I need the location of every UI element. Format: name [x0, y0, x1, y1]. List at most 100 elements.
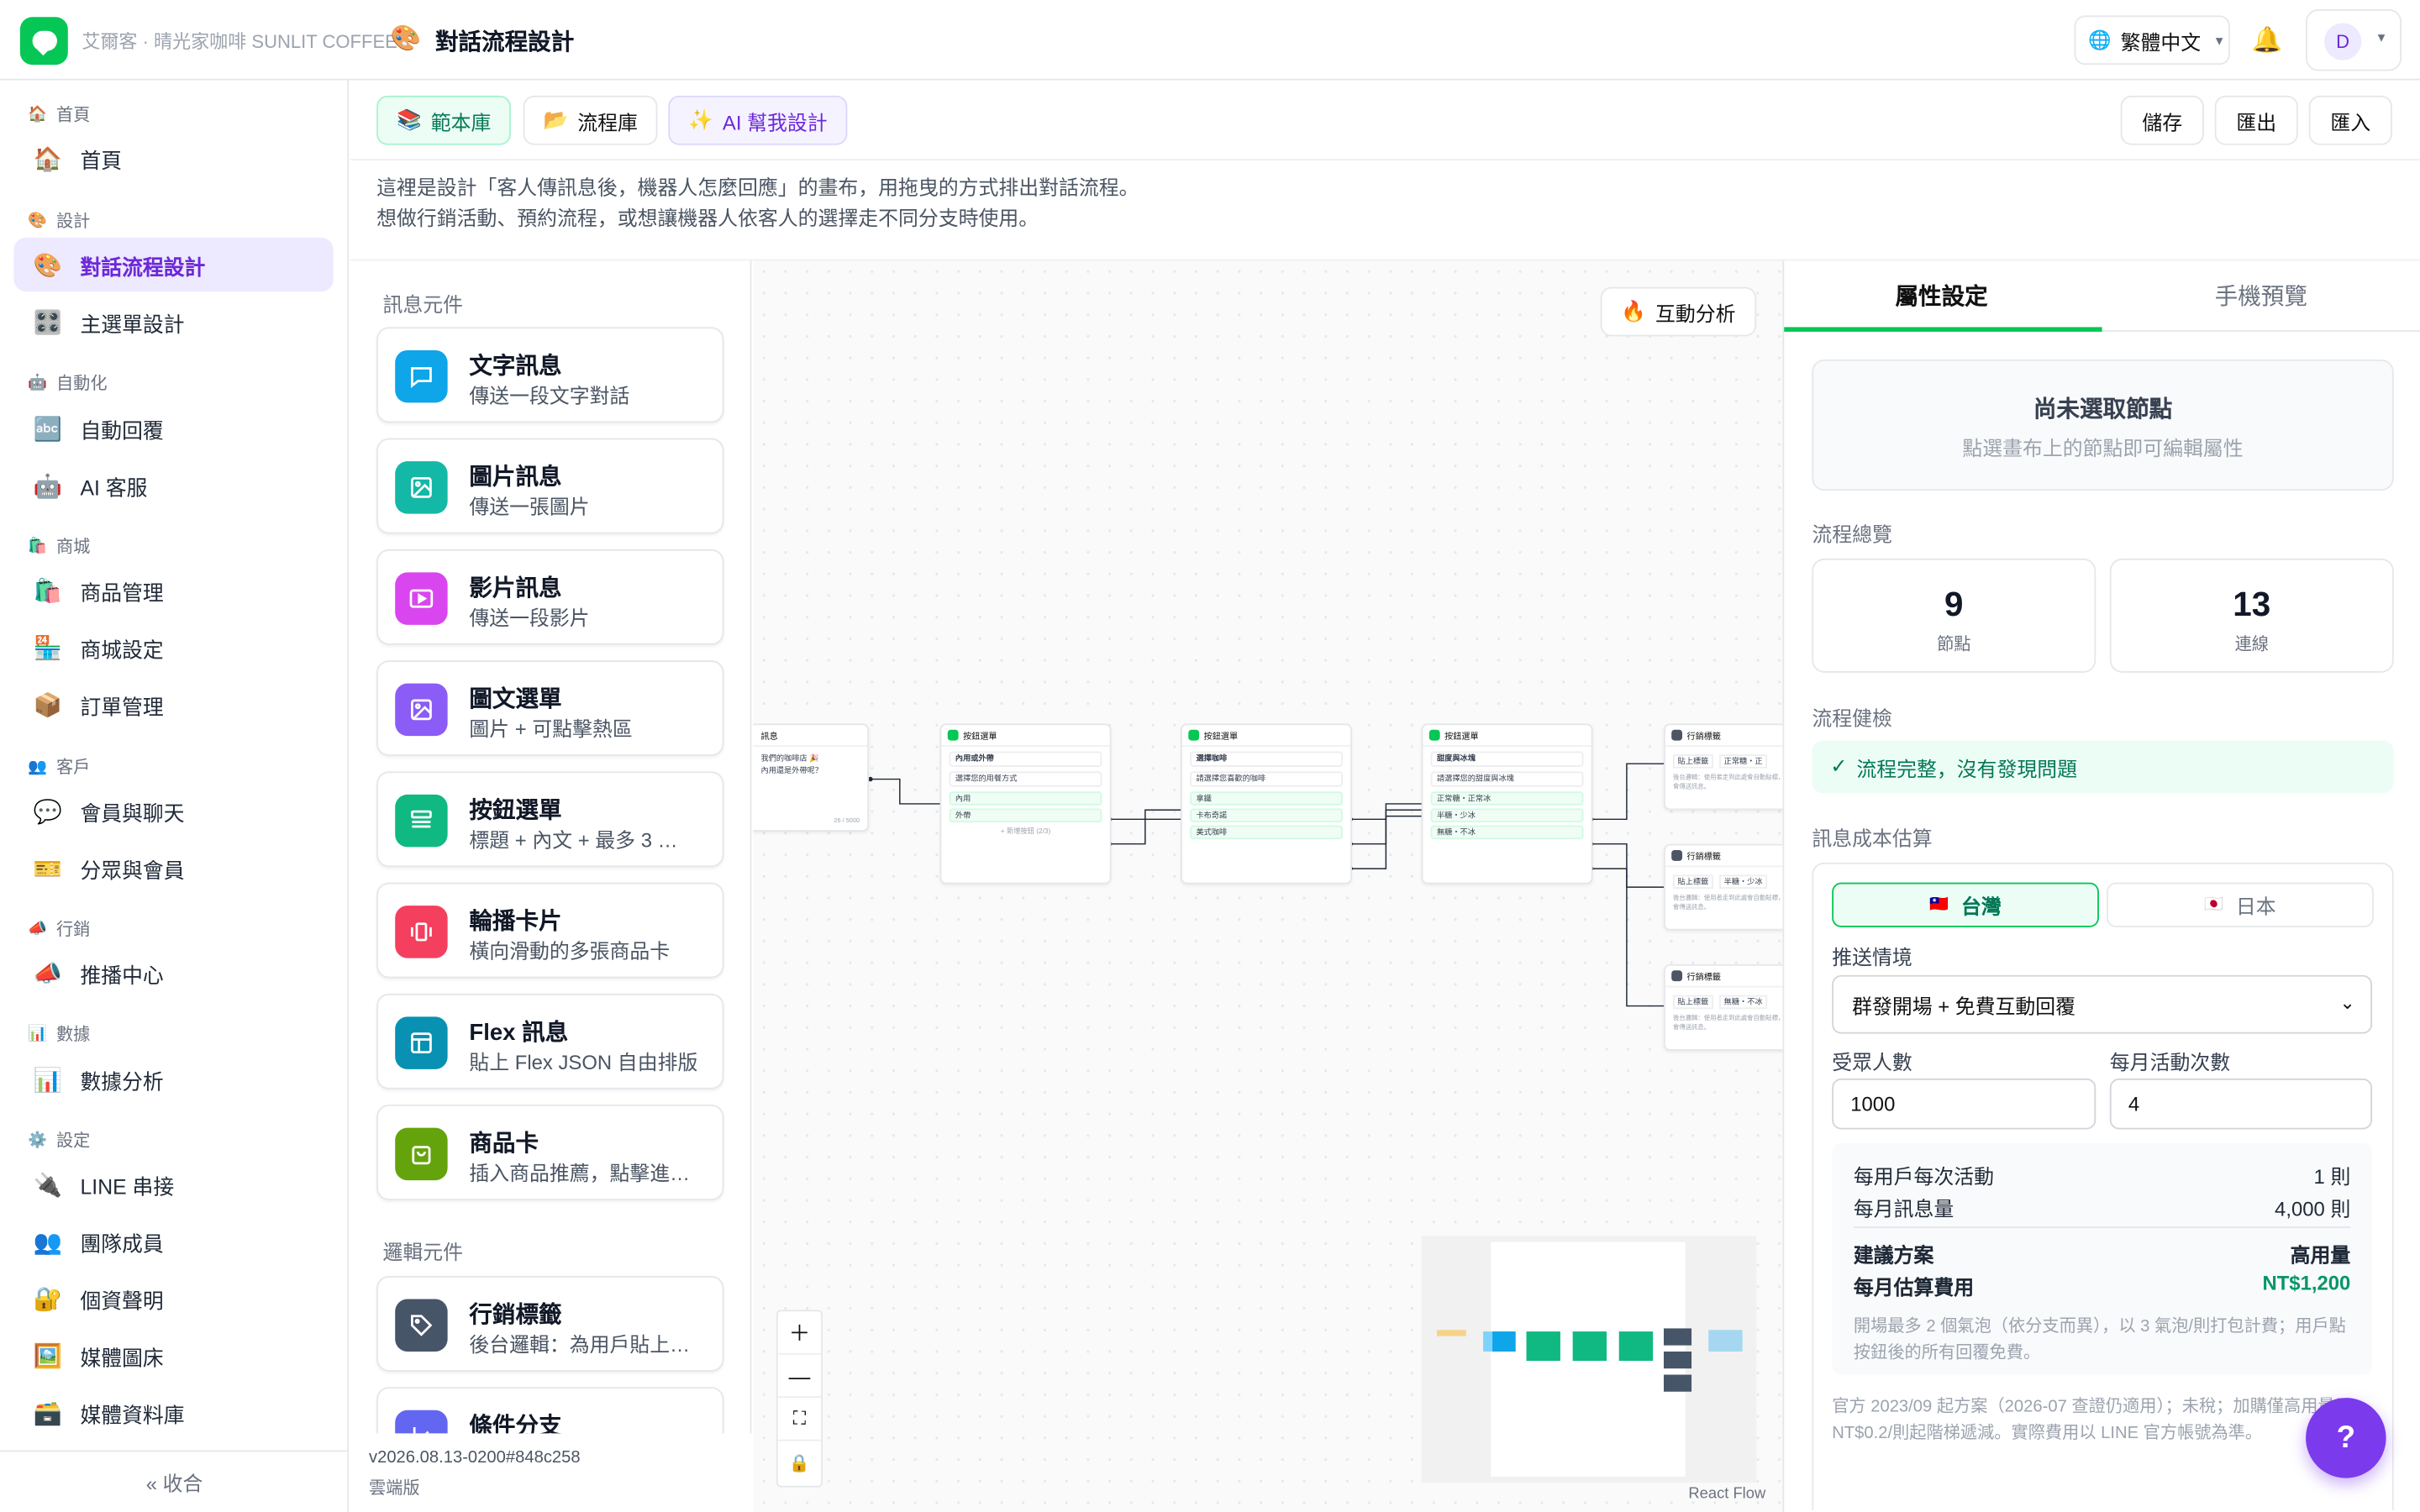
- scenario-select[interactable]: 群發開場 + 免費互動回覆 ⌄: [1832, 974, 2373, 1034]
- bar-chart-icon: 📊: [28, 1025, 47, 1042]
- monthly-count-input[interactable]: 4: [2109, 1078, 2373, 1130]
- sidebar-item-media-library[interactable]: 🗃️ 媒體資料庫: [14, 1385, 334, 1439]
- bag-icon: [395, 1127, 448, 1181]
- sidebar-section-customers: 👥 客戶: [28, 758, 91, 778]
- zoom-out-icon[interactable]: —: [777, 1355, 822, 1399]
- palette-card-image[interactable]: 圖片訊息 傳送一張圖片: [376, 438, 724, 534]
- user-menu[interactable]: D ▼: [2306, 9, 2402, 71]
- flow-node-tag[interactable]: 行銷標籤 貼上標籤 半糖・少冰 後台邏輯：使用者走到此處會自動貼標，不會傳送訊息。: [1663, 843, 1783, 931]
- buttons-icon: [947, 729, 959, 741]
- sidebar-item-flow-design[interactable]: 🎨 對話流程設計: [13, 237, 334, 292]
- cost-summary: 每用戶每次活動 1 則 每月訊息量 4,000 則 建議方案 高用量 每月估算費用 NT…: [1832, 1143, 2373, 1375]
- org-name: 艾爾客 · 晴光家咖啡 SUNLIT COFFEE: [82, 30, 397, 53]
- audience-input[interactable]: 1000: [1832, 1078, 2096, 1130]
- fit-view-icon[interactable]: ⛶: [777, 1398, 822, 1441]
- bell-icon[interactable]: 🔔: [2252, 24, 2283, 55]
- add-button-link[interactable]: + 新增按鈕 (2/3): [941, 827, 1109, 836]
- sidebar-item-ai-service[interactable]: 🤖 AI 客服: [14, 459, 334, 512]
- page-description-line1: 這裡是設計「客人傳訊息後，機器人怎麼回應」的畫布，用拖曳的方式排出對話流程。: [376, 176, 1139, 199]
- export-button[interactable]: 匯出: [2214, 95, 2298, 145]
- sidebar-item-home[interactable]: 🏠 首頁: [14, 131, 334, 185]
- edge: [1591, 763, 1664, 821]
- tab-mobile-preview[interactable]: 手機預覽: [2215, 279, 2307, 312]
- tab-properties[interactable]: 屬性設定: [1896, 279, 1988, 312]
- minimap-node: [1663, 1351, 1692, 1369]
- collapse-sidebar-button[interactable]: « 收合: [0, 1467, 349, 1497]
- sidebar: 🏠 首頁 🏠 首頁 🎨 設計 🎨 對話流程設計 🎛️ 主選單設計 🤖 自動化 🔤 自動回覆 🤖…: [0, 80, 350, 1512]
- flow-node-tag[interactable]: 行銷標籤 貼上標籤 無糖・不冰 後台邏輯：使用者走到此處會自動貼標，不會傳送訊息。: [1663, 963, 1783, 1051]
- tag-icon: [1671, 850, 1683, 861]
- tag-icon: [1671, 970, 1683, 982]
- sidebar-item-orders[interactable]: 📦 訂單管理: [14, 677, 334, 731]
- language-selector[interactable]: 🌐 繁體中文 ▼: [2074, 15, 2231, 66]
- palette-icon: 🎨: [33, 252, 63, 279]
- flow-node-buttons[interactable]: 按鈕選單 甜度與冰塊 請選擇您的甜度與冰塊 正常糖・正常冰 半糖・少冰 無糖・不…: [1421, 723, 1593, 885]
- react-flow-attribution[interactable]: React Flow: [1688, 1486, 1765, 1503]
- people-icon: 👥: [33, 1228, 63, 1256]
- help-button[interactable]: ?: [2306, 1398, 2386, 1478]
- logic-components-heading: 邏輯元件: [382, 1240, 464, 1264]
- edge: [1350, 809, 1425, 845]
- package-icon: 📦: [33, 691, 63, 718]
- shopping-bags-icon: 🛍️: [28, 538, 47, 555]
- tag-icon: [395, 1299, 448, 1352]
- plan-row: 建議方案 高用量: [1853, 1243, 2351, 1267]
- interaction-analytics-button[interactable]: 🔥 互動分析: [1600, 286, 1757, 337]
- zoom-in-icon[interactable]: ＋: [777, 1311, 822, 1355]
- sidebar-item-analytics[interactable]: 📊 數據分析: [14, 1053, 334, 1106]
- region-japan-button[interactable]: 🇯🇵 日本: [2107, 882, 2374, 927]
- flow-canvas[interactable]: 訊息 我們的咖啡店 🎉 內用還是外帶呢？ 26 / 5000 按鈕選單 內用或外…: [753, 260, 1783, 1512]
- sidebar-item-shop-settings[interactable]: 🏪 商城設定: [14, 620, 334, 674]
- flow-library-button[interactable]: 📂 流程庫: [523, 95, 658, 145]
- sidebar-item-products[interactable]: 🛍️ 商品管理: [14, 563, 334, 617]
- sidebar-item-main-menu[interactable]: 🎛️ 主選單設計: [14, 295, 334, 349]
- region-taiwan-button[interactable]: 🇹🇼 台灣: [1832, 882, 2099, 927]
- taiwan-flag-icon: 🇹🇼: [1929, 896, 1949, 914]
- palette-card-buttons[interactable]: 按鈕選單 標題 + 內文 + 最多 3 …: [376, 771, 724, 868]
- version-label: v2026.08.13-0200#848c258: [368, 1448, 581, 1467]
- sidebar-item-auto-reply[interactable]: 🔤 自動回覆: [14, 402, 334, 455]
- flow-node-buttons[interactable]: 按鈕選單 內用或外帶 選擇您的用餐方式 內用 外帶 + 新增按鈕 (2/3): [939, 723, 1112, 885]
- sidebar-section-automation: 🤖 自動化: [28, 374, 108, 394]
- minimap-node: [1526, 1331, 1560, 1361]
- palette-card-tag[interactable]: 行銷標籤 後台邏輯：為用戶貼上…: [376, 1275, 724, 1372]
- minimap[interactable]: [1421, 1236, 1757, 1483]
- sidebar-item-line-integration[interactable]: 🔌 LINE 串接: [14, 1158, 334, 1211]
- sidebar-item-broadcast[interactable]: 📣 推播中心: [14, 946, 334, 1000]
- palette-card-branch[interactable]: 條件分支: [376, 1387, 724, 1434]
- plug-icon: 🔌: [33, 1171, 63, 1199]
- flow-node-tag[interactable]: 行銷標籤 貼上標籤 正常糖・正 後台邏輯：使用者走到此處會自動貼標，不會傳送訊息。: [1663, 723, 1783, 811]
- lock-icon[interactable]: 🔒: [778, 1441, 821, 1484]
- palette-card-imagemap[interactable]: 圖文選單 圖片 + 可點擊熱區: [376, 660, 724, 756]
- chevron-down-icon: ⌄: [2339, 992, 2355, 1014]
- palette-card-video[interactable]: 影片訊息 傳送一段影片: [376, 549, 724, 645]
- save-button[interactable]: 儲存: [2120, 95, 2204, 145]
- template-library-button[interactable]: 📚 範本庫: [376, 95, 512, 145]
- flow-node-message[interactable]: 訊息 我們的咖啡店 🎉 內用還是外帶呢？ 26 / 5000: [753, 723, 870, 832]
- edge: [1591, 868, 1664, 1007]
- sidebar-item-team[interactable]: 👥 團隊成員: [14, 1215, 334, 1268]
- palette-card-carousel[interactable]: 輪播卡片 橫向滑動的多張商品卡: [376, 882, 724, 979]
- palette-card-flex[interactable]: Flex 訊息 貼上 Flex JSON 自由排版: [376, 993, 724, 1089]
- shopping-bags-icon: 🛍️: [33, 577, 63, 605]
- buttons-icon: [395, 794, 448, 848]
- edge: [1591, 843, 1664, 888]
- minimap-node: [1436, 1330, 1466, 1336]
- palette-icon: 🎨: [28, 212, 47, 229]
- ai-design-button[interactable]: ✨ AI 幫我設計: [668, 95, 848, 145]
- megaphone-icon: 📣: [33, 960, 63, 987]
- import-button[interactable]: 匯入: [2308, 95, 2392, 145]
- line-logo-icon[interactable]: [19, 17, 68, 66]
- sidebar-item-media-hosting[interactable]: 🖼️ 媒體圖床: [14, 1328, 334, 1382]
- sidebar-item-segments[interactable]: 🎫 分眾與會員: [14, 841, 334, 895]
- health-label: 流程健檢: [1812, 706, 1892, 730]
- sidebar-item-members-chat[interactable]: 💬 會員與聊天: [14, 784, 334, 837]
- picture-icon: 🖼️: [33, 1342, 63, 1370]
- palette-card-text[interactable]: 文字訊息 傳送一段文字對話: [376, 327, 724, 423]
- sidebar-item-privacy[interactable]: 🔐 個資聲明: [14, 1271, 334, 1325]
- speech-bubble-icon: 💬: [33, 798, 63, 825]
- palette-card-product[interactable]: 商品卡 插入商品推薦，點擊進…: [376, 1105, 724, 1200]
- chat-icon: [395, 349, 448, 403]
- flow-node-buttons[interactable]: 按鈕選單 選擇咖啡 請選擇您喜歡的咖啡 拿鐵 卡布奇諾 美式咖啡: [1181, 723, 1352, 885]
- imagemap-icon: [395, 683, 448, 737]
